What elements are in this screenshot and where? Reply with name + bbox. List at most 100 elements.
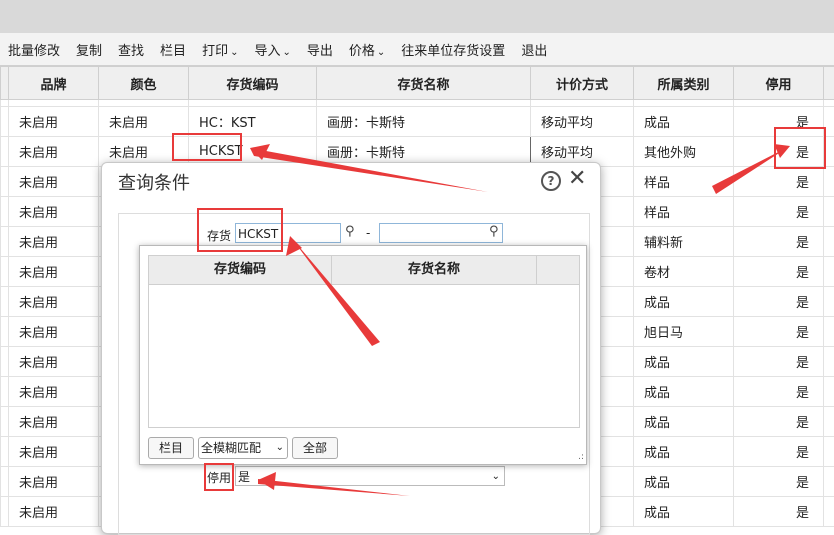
toolbar-item-label: 打印 (202, 44, 228, 59)
toolbar-item-label: 往来单位存货设置 (401, 44, 505, 59)
table-cell: 未启用 (9, 227, 99, 257)
search-icon[interactable]: ⚲ (489, 224, 499, 239)
toolbar-item-8[interactable]: 往来单位存货设置 (393, 40, 513, 59)
table-cell: 是 (734, 347, 824, 377)
toolbar-item-5[interactable]: 导入⌄ (246, 40, 298, 59)
toolbar-item-0[interactable]: 批量修改 (0, 40, 68, 59)
annotation-box (172, 133, 242, 161)
table-cell: 成品 (634, 467, 734, 497)
toolbar-item-4[interactable]: 打印⌄ (194, 40, 246, 59)
table-cell: 成品 (634, 287, 734, 317)
toolbar: 批量修改复制查找栏目打印⌄导入⌄导出价格⌄往来单位存货设置退出 (0, 33, 834, 66)
all-button[interactable]: 全部 (292, 437, 338, 459)
title-bar (0, 0, 834, 33)
table-cell: 是 (734, 377, 824, 407)
table-cell: 画册：卡斯特 (317, 107, 531, 137)
table-cell: 未启用 (9, 497, 99, 527)
match-mode-select[interactable]: 全模糊匹配 ⌄ (198, 437, 288, 459)
table-cell: 是 (734, 497, 824, 527)
match-mode-value: 全模糊匹配 (201, 441, 261, 455)
table-cell: 是 (734, 407, 824, 437)
toolbar-item-3[interactable]: 栏目 (152, 40, 194, 59)
column-header[interactable]: 颜色 (99, 67, 189, 100)
toolbar-item-label: 价格 (349, 44, 375, 59)
table-cell: 未启用 (9, 197, 99, 227)
table-cell: 成品 (634, 107, 734, 137)
table-cell: 成品 (634, 497, 734, 527)
table-cell: 未启用 (9, 467, 99, 497)
table-cell: 是 (734, 257, 824, 287)
resize-handle-icon[interactable]: .: (578, 452, 584, 462)
toolbar-item-2[interactable]: 查找 (110, 40, 152, 59)
column-header[interactable]: 所属类别 (634, 67, 734, 100)
chevron-down-icon: ⌄ (377, 47, 385, 58)
search-icon[interactable]: ⚲ (345, 224, 355, 239)
table-cell: 是 (734, 437, 824, 467)
column-header[interactable]: 计价方式 (531, 67, 634, 100)
table-row[interactable]: 未启用未启用HC：KST画册：卡斯特移动平均成品是 (1, 107, 834, 137)
lookup-header-name: 存货名称 (332, 256, 537, 284)
dialog-title: 查询条件 (118, 169, 190, 195)
table-cell: 未启用 (9, 257, 99, 287)
table-cell: 旭日马 (634, 317, 734, 347)
table-cell: 样品 (634, 197, 734, 227)
table-cell: 是 (734, 227, 824, 257)
lookup-header-code: 存货编码 (149, 256, 332, 284)
column-header[interactable]: 存货名称 (317, 67, 531, 100)
inventory-to-input[interactable] (379, 223, 503, 243)
toolbar-item-label: 退出 (521, 44, 547, 59)
toolbar-item-label: 导入 (254, 44, 280, 59)
table-cell: 成品 (634, 377, 734, 407)
annotation-box (197, 208, 283, 252)
chevron-down-icon: ⌄ (276, 438, 284, 458)
table-cell: 未启用 (9, 287, 99, 317)
disabled-select[interactable]: 是 ⌄ (235, 466, 505, 486)
disabled-value: 是 (238, 470, 250, 484)
toolbar-item-9[interactable]: 退出 (513, 40, 555, 59)
table-cell: 未启用 (9, 437, 99, 467)
help-icon[interactable]: ? (541, 171, 561, 191)
table-cell: 是 (734, 287, 824, 317)
table-cell: 是 (734, 167, 824, 197)
inventory-lookup-popup: 存货编码 存货名称 栏目 全模糊匹配 ⌄ 全部 .: (139, 245, 587, 465)
annotation-box (774, 127, 826, 169)
range-dash: - (366, 226, 370, 240)
toolbar-item-1[interactable]: 复制 (68, 40, 110, 59)
table-cell: 是 (734, 197, 824, 227)
table-cell: 未启用 (9, 407, 99, 437)
table-cell: 未启用 (9, 347, 99, 377)
table-cell: HC：KST (189, 107, 317, 137)
table-cell: 未启用 (99, 107, 189, 137)
column-header[interactable]: 存货编码 (189, 67, 317, 100)
table-cell: 成品 (634, 347, 734, 377)
column-header[interactable]: 品牌 (9, 67, 99, 100)
toolbar-item-label: 复制 (76, 44, 102, 59)
close-icon[interactable]: ✕ (568, 166, 586, 191)
chevron-down-icon: ⌄ (282, 47, 290, 58)
annotation-box (204, 463, 234, 491)
column-header[interactable]: 停用 (734, 67, 824, 100)
toolbar-item-label: 栏目 (160, 44, 186, 59)
lookup-grid: 存货编码 存货名称 (148, 255, 580, 428)
toolbar-item-6[interactable]: 导出 (299, 40, 341, 59)
chevron-down-icon: ⌄ (230, 47, 238, 58)
table-cell: 未启用 (9, 167, 99, 197)
table-cell: 成品 (634, 407, 734, 437)
table-cell: 卷材 (634, 257, 734, 287)
toolbar-item-label: 查找 (118, 44, 144, 59)
columns-button[interactable]: 栏目 (148, 437, 194, 459)
table-cell: 是 (734, 467, 824, 497)
toolbar-item-7[interactable]: 价格⌄ (341, 40, 393, 59)
table-cell: 未启用 (9, 377, 99, 407)
table-cell: 未启用 (9, 137, 99, 167)
table-cell: 移动平均 (531, 107, 634, 137)
table-cell: 样品 (634, 167, 734, 197)
table-cell: 是 (734, 317, 824, 347)
toolbar-item-label: 导出 (307, 44, 333, 59)
chevron-down-icon: ⌄ (492, 467, 500, 487)
table-cell: 其他外购 (634, 137, 734, 167)
toolbar-item-label: 批量修改 (8, 44, 60, 59)
table-cell: 辅料新 (634, 227, 734, 257)
table-cell: 未启用 (9, 317, 99, 347)
table-cell: 成品 (634, 437, 734, 467)
